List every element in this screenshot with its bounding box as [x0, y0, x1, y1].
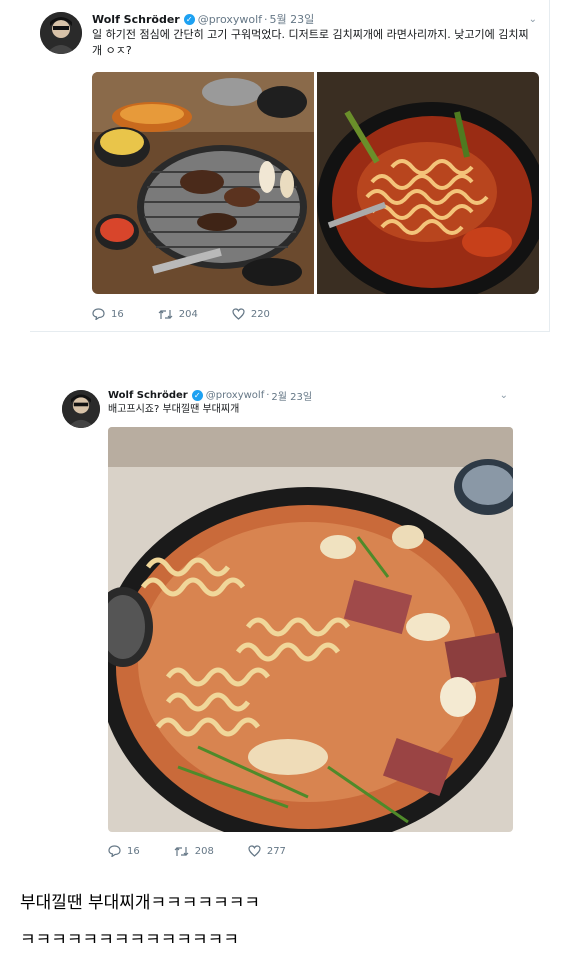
tweet-actions: 16 204 220: [92, 308, 304, 320]
heart-icon: [232, 308, 245, 320]
avatar[interactable]: [62, 390, 100, 428]
reply-icon: [92, 308, 105, 320]
reply-count: 16: [127, 845, 140, 857]
reply-button[interactable]: 16: [92, 308, 124, 320]
tweet-text: 일 하기전 점심에 간단히 고기 구워먹었다. 디저트로 김치찌개에 라면사리까…: [92, 28, 529, 57]
tweet-image-budae-jjigae[interactable]: [108, 427, 513, 832]
like-count: 220: [250, 308, 270, 320]
tweet-card-2: Wolf Schröder ✓ @proxywolf · 2월 23일 ⌄ 배고…: [60, 378, 530, 868]
verified-badge-icon: ✓: [183, 13, 195, 25]
tweet-header: Wolf Schröder ✓ @proxywolf · 2월 23일: [108, 388, 312, 403]
retweet-count: 204: [178, 308, 198, 320]
tweet-text: 배고프시죠? 부대낄땐 부대찌개: [108, 404, 240, 415]
user-handle[interactable]: @proxywolf: [206, 390, 264, 401]
retweet-count: 208: [194, 845, 214, 857]
separator-dot: ·: [264, 12, 268, 26]
tweet-header: Wolf Schröder ✓ @proxywolf · 5월 23일: [92, 11, 314, 27]
retweet-button[interactable]: 204: [158, 309, 198, 320]
chevron-down-icon[interactable]: ⌄: [500, 390, 508, 401]
tweet-date[interactable]: 2월 23일: [271, 388, 312, 403]
like-button[interactable]: 277: [248, 845, 286, 857]
tweet-image-bbq[interactable]: [92, 72, 314, 294]
heart-icon: [248, 845, 261, 857]
reply-button[interactable]: 16: [108, 845, 140, 857]
caption-line-2: ㅋㅋㅋㅋㅋㅋㅋㅋㅋㅋㅋㅋㅋㅋ: [20, 930, 239, 950]
retweet-icon: [158, 309, 173, 319]
tweet-actions: 16 208 277: [108, 845, 320, 857]
tweet-card-1: Wolf Schröder ✓ @proxywolf · 5월 23일 ⌄ 일 …: [30, 0, 550, 332]
like-button[interactable]: 220: [232, 308, 270, 320]
tweet-date[interactable]: 5월 23일: [270, 11, 315, 27]
chevron-down-icon[interactable]: ⌄: [529, 14, 537, 25]
user-name[interactable]: Wolf Schröder: [108, 390, 188, 401]
reply-icon: [108, 845, 121, 857]
retweet-icon: [174, 846, 189, 856]
reply-count: 16: [111, 308, 124, 320]
separator-dot: ·: [266, 390, 270, 401]
user-handle[interactable]: @proxywolf: [198, 13, 262, 26]
avatar[interactable]: [40, 12, 82, 54]
retweet-button[interactable]: 208: [174, 846, 214, 857]
like-count: 277: [266, 845, 286, 857]
verified-badge-icon: ✓: [191, 390, 203, 401]
tweet-image-kimchi-stew[interactable]: [317, 72, 539, 294]
caption-line-1: 부대낄땐 부대찌개ㅋㅋㅋㅋㅋㅋㅋ: [20, 893, 261, 913]
user-name[interactable]: Wolf Schröder: [92, 13, 180, 26]
